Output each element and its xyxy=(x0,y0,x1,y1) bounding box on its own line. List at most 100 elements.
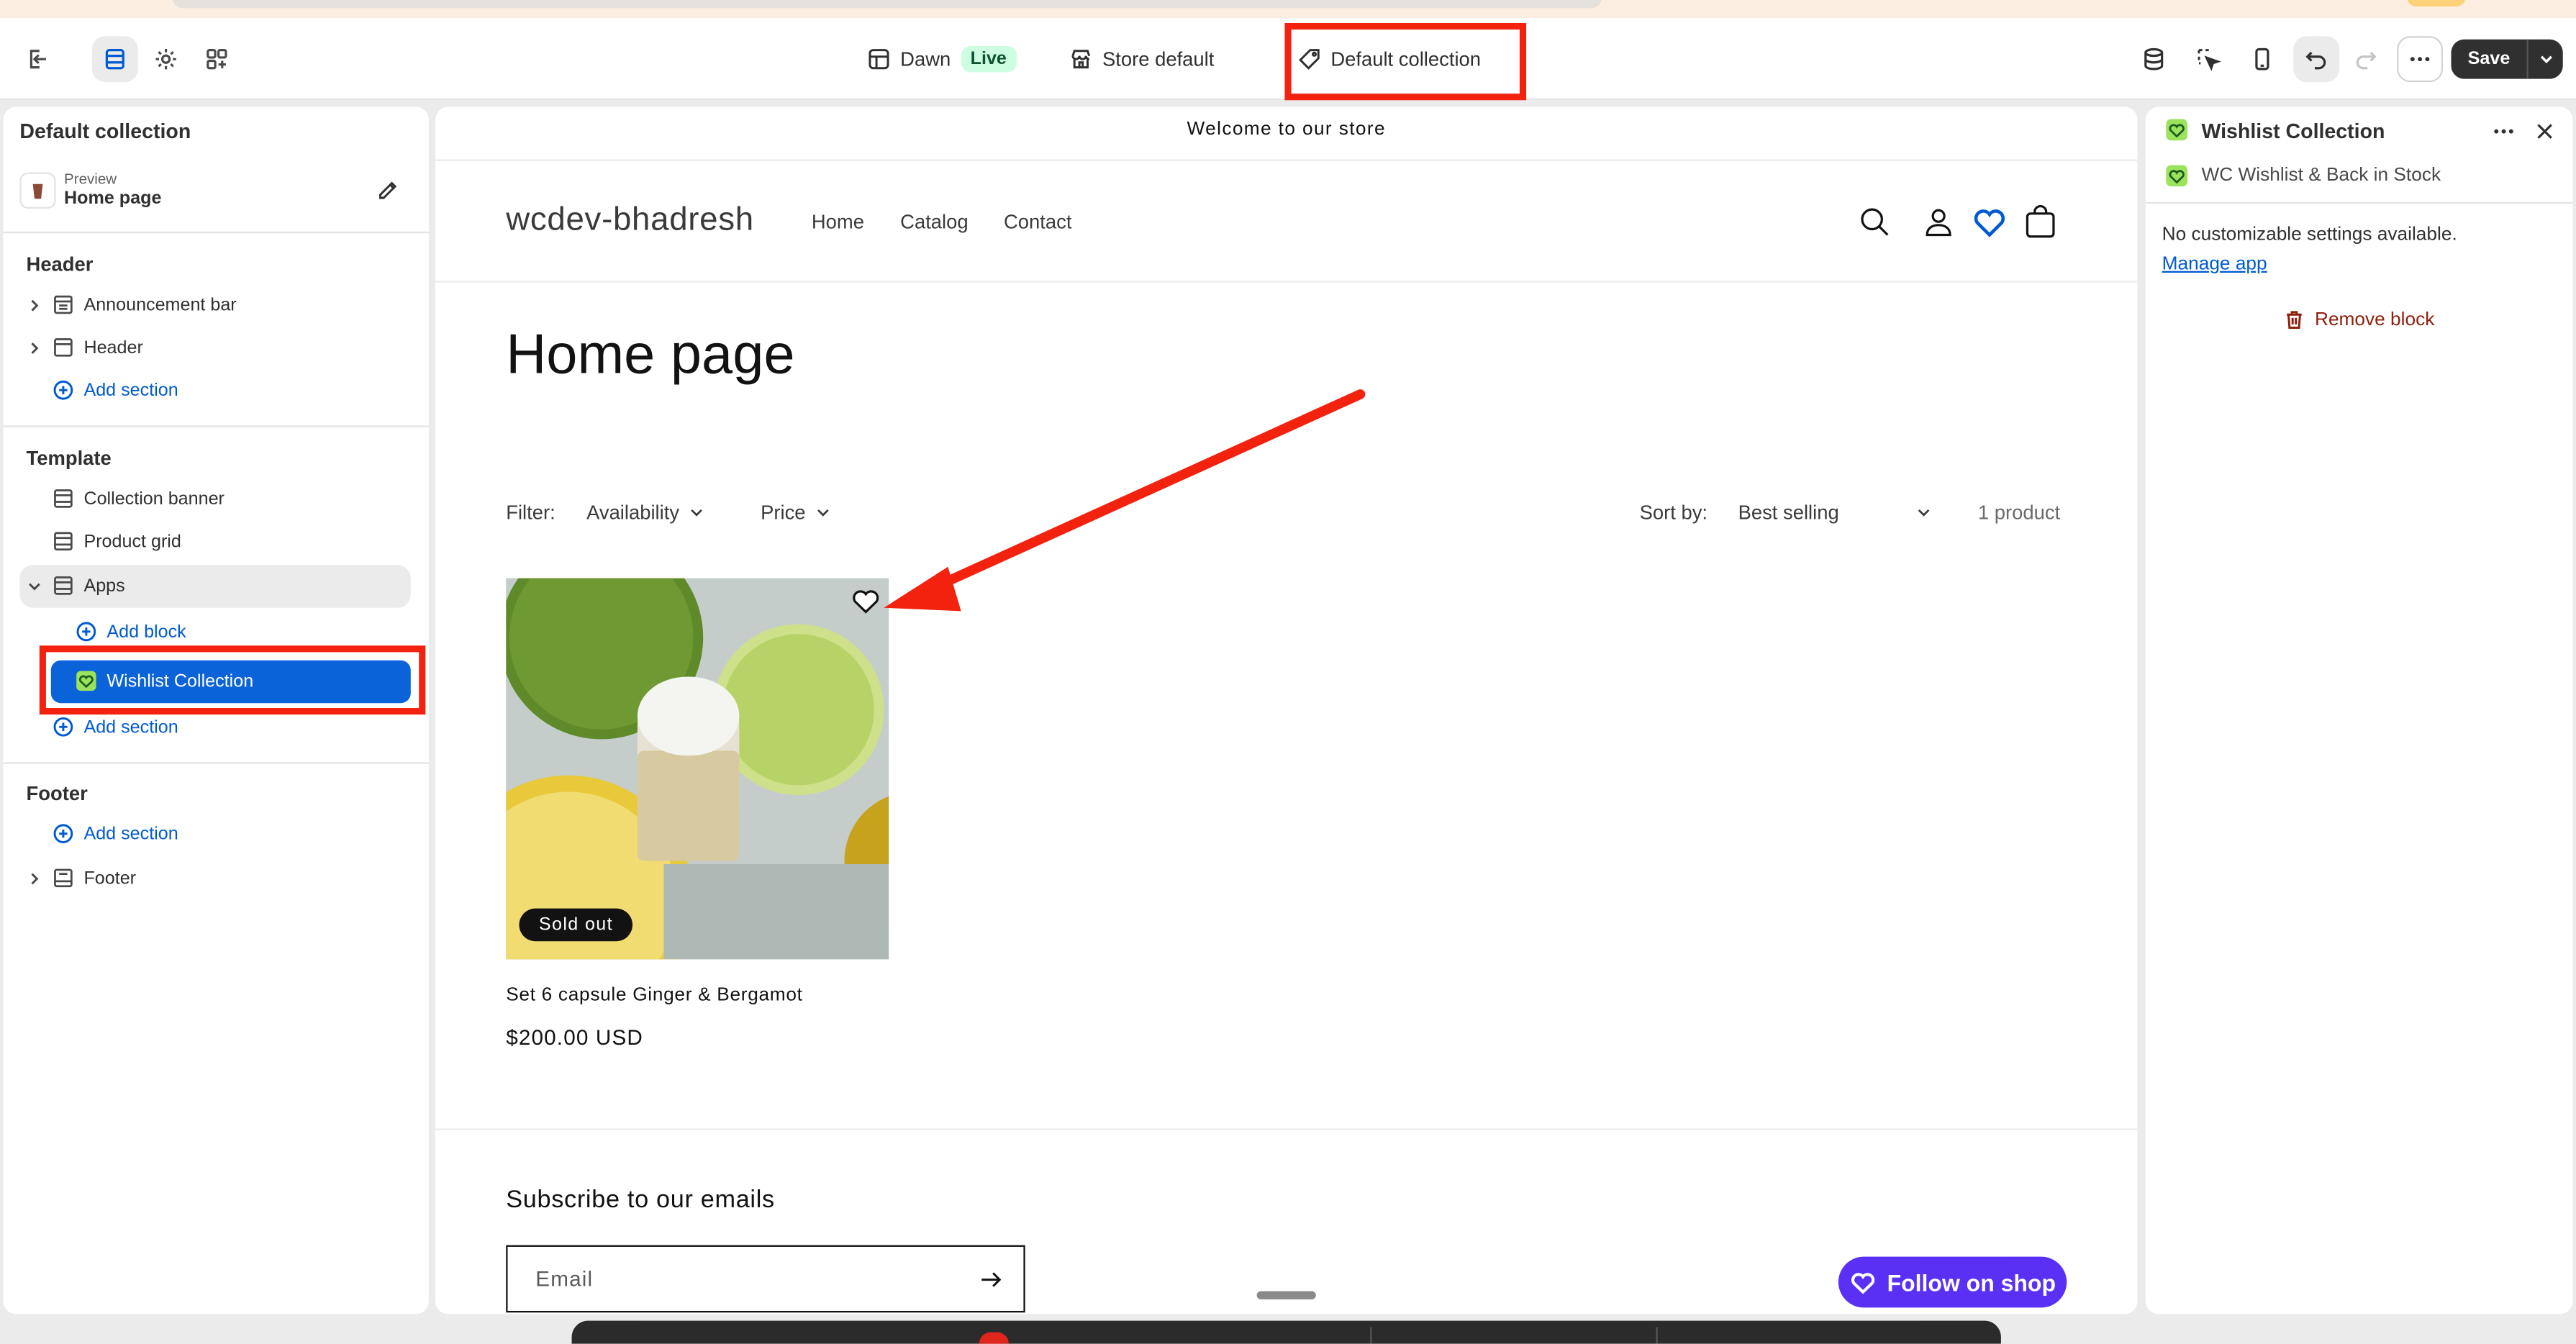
divider xyxy=(2145,201,2573,204)
section-label: Footer xyxy=(83,868,137,889)
more-actions-button[interactable] xyxy=(2397,36,2444,83)
add-section-button[interactable]: Add section xyxy=(53,716,178,737)
dock-divider xyxy=(1656,1327,1658,1344)
save-label: Save xyxy=(2467,49,2511,69)
add-section-label: Add section xyxy=(83,824,178,844)
section-layout-icon xyxy=(53,530,74,552)
section-item-header[interactable]: Header xyxy=(27,337,143,358)
divider xyxy=(435,1128,2138,1130)
annotation-arrow xyxy=(884,389,1366,612)
settings-title: Wishlist Collection xyxy=(2201,119,2385,143)
app-embeds-button[interactable] xyxy=(194,36,240,82)
section-layout-icon xyxy=(53,337,74,358)
divider xyxy=(3,231,429,234)
browser-extension-button[interactable] xyxy=(2406,0,2467,7)
divider xyxy=(3,425,429,427)
section-label: Product grid xyxy=(83,531,181,552)
section-item-apps[interactable]: Apps xyxy=(27,575,125,596)
ellipsis-icon xyxy=(2407,46,2434,73)
heart-icon xyxy=(1849,1269,1876,1296)
section-label: Header xyxy=(83,337,143,358)
chevron-down-icon[interactable] xyxy=(27,578,43,594)
browser-address-bar[interactable] xyxy=(172,0,1602,9)
ellipsis-icon xyxy=(2490,120,2517,147)
chevron-down-icon[interactable] xyxy=(2529,51,2563,68)
section-layout-icon xyxy=(53,868,74,889)
live-badge: Live xyxy=(960,45,1017,73)
ai-sparkle-button[interactable] xyxy=(2131,36,2177,82)
arrow-right-icon[interactable] xyxy=(979,1268,1002,1291)
template-selector[interactable]: Default collection xyxy=(1298,40,1481,79)
chevron-right-icon[interactable] xyxy=(27,339,43,355)
section-layout-icon xyxy=(53,488,74,509)
preview-page[interactable]: Home page xyxy=(64,189,161,209)
inspector-button[interactable] xyxy=(2185,36,2231,82)
section-item-footer[interactable]: Footer xyxy=(27,868,137,889)
section-label: Announcement bar xyxy=(83,294,237,315)
follow-on-shop-button[interactable]: Follow on shop xyxy=(1838,1256,2067,1308)
undo-icon xyxy=(2303,46,2330,73)
app-logo-icon xyxy=(76,671,97,692)
header-group-title: Header xyxy=(26,253,94,276)
store-icon xyxy=(1069,47,1092,71)
cursor-select-icon xyxy=(2195,46,2221,73)
section-label: Collection banner xyxy=(83,489,225,509)
panel-title: Default collection xyxy=(19,119,191,143)
section-item-announcement-bar[interactable]: Announcement bar xyxy=(27,294,237,316)
newsletter-email-input[interactable]: Email xyxy=(506,1245,1025,1313)
remove-block-button[interactable]: Remove block xyxy=(2284,309,2435,330)
close-button[interactable] xyxy=(2534,120,2557,143)
exit-button[interactable] xyxy=(15,36,61,82)
device-preview-button[interactable] xyxy=(2239,36,2285,82)
redo-button[interactable] xyxy=(2343,36,2389,82)
block-settings-panel: Wishlist Collection WC Wishlist & Back i… xyxy=(2145,106,2573,1315)
edit-preview-button[interactable] xyxy=(376,179,399,202)
store-label: Store default xyxy=(1102,47,1215,71)
email-placeholder: Email xyxy=(535,1266,594,1291)
app-logo-icon xyxy=(2165,164,2188,187)
add-section-label: Add section xyxy=(83,380,178,400)
gear-icon xyxy=(153,46,179,73)
remove-block-label: Remove block xyxy=(2314,309,2435,330)
chevron-right-icon[interactable] xyxy=(27,296,43,313)
sections-panel: Default collection Preview Home page Hea… xyxy=(3,106,429,1315)
add-section-button[interactable]: Add section xyxy=(53,379,178,401)
add-block-button[interactable]: Add block xyxy=(76,621,186,643)
taskbar-dock xyxy=(571,1320,2001,1344)
footer-group-title: Footer xyxy=(26,781,88,805)
preview-thumbnail xyxy=(19,172,56,209)
undo-button[interactable] xyxy=(2293,36,2340,83)
block-item-wishlist-collection[interactable]: Wishlist Collection xyxy=(76,671,253,692)
section-item-product-grid[interactable]: Product grid xyxy=(53,530,181,552)
template-label: Default collection xyxy=(1330,47,1482,71)
save-button[interactable]: Save xyxy=(2451,39,2563,79)
theme-selector[interactable]: Dawn Live xyxy=(868,40,1017,79)
storefront-preview: Welcome to our store wcdev-bhadresh Home… xyxy=(435,106,2138,1315)
mobile-icon xyxy=(2249,46,2276,73)
drag-handle[interactable] xyxy=(1256,1291,1316,1299)
add-section-button[interactable]: Add section xyxy=(53,823,178,845)
add-section-label: Add section xyxy=(83,717,178,737)
theme-settings-button[interactable] xyxy=(143,36,189,82)
follow-label: Follow on shop xyxy=(1887,1268,2056,1296)
sections-button[interactable] xyxy=(91,36,138,83)
plus-circle-icon xyxy=(53,716,74,737)
preview-caption: Preview xyxy=(64,171,117,188)
store-selector[interactable]: Store default xyxy=(1069,40,1214,79)
section-layout-icon xyxy=(53,294,74,316)
chevron-right-icon[interactable] xyxy=(27,870,43,886)
trash-icon xyxy=(2284,309,2305,330)
tag-icon xyxy=(1298,47,1321,71)
editor-topbar: Dawn Live Store default Default collecti… xyxy=(0,18,2576,101)
dock-app-icon[interactable] xyxy=(979,1332,1009,1344)
divider xyxy=(3,762,429,764)
more-options-button[interactable] xyxy=(2490,120,2517,147)
close-icon xyxy=(2534,120,2557,143)
sections-icon xyxy=(102,46,129,73)
plus-circle-icon xyxy=(53,379,74,401)
section-item-collection-banner[interactable]: Collection banner xyxy=(53,488,225,509)
plus-circle-icon xyxy=(53,823,74,845)
redo-icon xyxy=(2352,46,2379,73)
section-layout-icon xyxy=(53,575,74,596)
manage-app-link[interactable]: Manage app xyxy=(2162,255,2267,274)
